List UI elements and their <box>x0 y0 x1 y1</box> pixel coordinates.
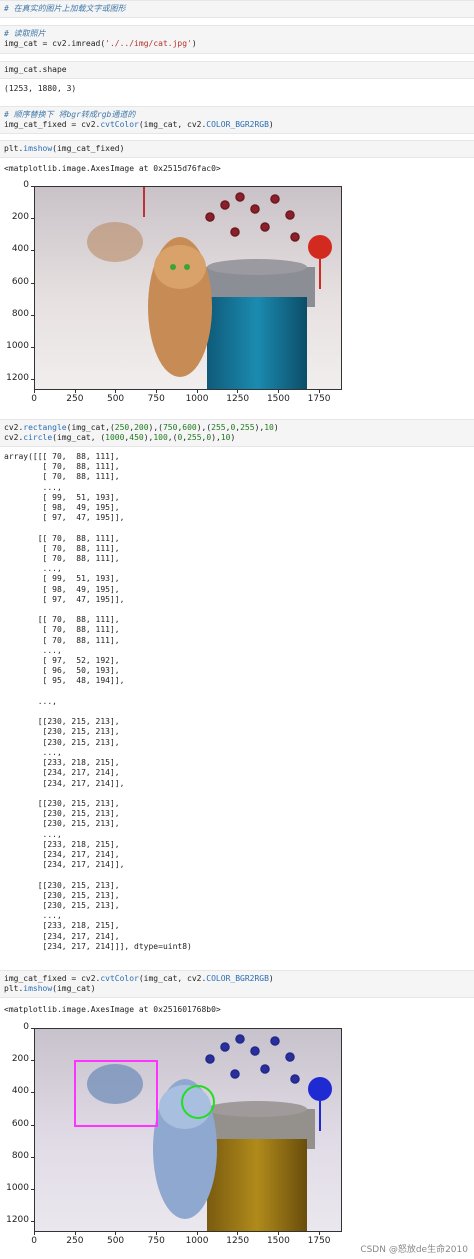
y-tick <box>31 1156 34 1158</box>
y-tick <box>31 1221 34 1223</box>
x-tick <box>156 1232 158 1235</box>
y-tick-label: 400 <box>11 1086 29 1097</box>
x-tick-label: 250 <box>66 1236 84 1246</box>
image-axes-1 <box>34 186 342 390</box>
y-tick-label: 600 <box>11 1118 29 1129</box>
x-tick <box>278 390 280 393</box>
figure-2: 0 200 400 600 800 1000 1200 0 250 500 750 1000 1250 1… <box>0 1022 474 1252</box>
x-tick-label: 500 <box>106 1236 125 1246</box>
code-imread: img_cat = cv2.imread('./../img/cat.jpg') <box>4 39 197 48</box>
x-tick <box>318 1232 320 1235</box>
y-tick <box>31 347 34 349</box>
x-tick-label: 500 <box>106 394 125 404</box>
y-tick-label: 200 <box>11 212 29 223</box>
x-tick-label: 1000 <box>185 394 209 404</box>
code-cell-1[interactable]: # 在真实的图片上加载文字或图形 <box>0 0 474 18</box>
y-tick <box>31 314 34 316</box>
y-tick <box>31 250 34 252</box>
y-tick-label: 800 <box>11 1150 29 1161</box>
x-tick-label: 250 <box>66 394 84 404</box>
y-tick <box>31 282 34 284</box>
cat-photo-rgb <box>35 187 341 389</box>
image-axes-2 <box>34 1028 342 1232</box>
y-tick-label: 1000 <box>6 341 29 352</box>
x-tick-label: 1500 <box>266 394 290 404</box>
x-tick-label: 1250 <box>226 1236 250 1246</box>
code-cell-4[interactable]: # 顺序替换下 将bgr转成rgb通道的 img_cat_fixed = cv2… <box>0 106 474 134</box>
y-tick-label: 0 <box>23 180 29 190</box>
y-tick-label: 0 <box>23 1022 29 1032</box>
x-tick-label: 0 <box>31 394 37 404</box>
y-tick-label: 200 <box>11 1054 29 1065</box>
x-tick-label: 750 <box>147 394 165 404</box>
code-cell-6[interactable]: cv2.rectangle(img_cat,(250,200),(750,600… <box>0 419 474 447</box>
code-circle: cv2.circle(img_cat, (1000,450),100,(0,25… <box>4 433 236 442</box>
y-tick <box>31 1189 34 1191</box>
comment-read: # 读取照片 <box>4 29 46 38</box>
x-tick <box>115 1232 117 1235</box>
x-tick-label: 0 <box>31 1236 37 1246</box>
x-tick <box>237 1232 239 1235</box>
x-tick <box>34 390 35 393</box>
comment-title: # 在真实的图片上加载文字或图形 <box>4 4 126 13</box>
x-tick-label: 1750 <box>307 1236 331 1246</box>
code-cell-3[interactable]: img_cat.shape <box>0 61 474 79</box>
code-cvtcolor: img_cat_fixed = cv2.cvtColor(img_cat, cv… <box>4 120 274 129</box>
code-imshow-2: plt.imshow(img_cat) <box>4 984 96 993</box>
comment-convert: # 顺序替换下 将bgr转成rgb通道的 <box>4 110 136 119</box>
x-tick <box>196 390 198 393</box>
x-tick-label: 750 <box>147 1236 165 1246</box>
x-tick <box>196 1232 198 1235</box>
x-tick <box>74 1232 76 1235</box>
y-tick-label: 400 <box>11 244 29 255</box>
output-axesimage-2: <matplotlib.image.AxesImage at 0x2516017… <box>4 1005 221 1014</box>
watermark: CSDN @怒放de生命2010 <box>360 1245 468 1255</box>
x-tick <box>74 390 76 393</box>
x-tick-label: 1500 <box>266 1236 290 1246</box>
x-tick <box>115 390 117 393</box>
code-rectangle: cv2.rectangle(img_cat,(250,200),(750,600… <box>4 423 279 432</box>
x-tick <box>278 1232 280 1235</box>
code-cell-5[interactable]: plt.imshow(img_cat_fixed) <box>0 140 474 158</box>
y-tick <box>31 379 34 381</box>
output-array: array([[[ 70, 88, 111], [ 70, 88, 111], … <box>4 452 192 951</box>
cat-photo-bgr <box>35 1029 341 1231</box>
code-cell-2[interactable]: # 读取照片 img_cat = cv2.imread('./../img/ca… <box>0 25 474 54</box>
y-tick <box>31 1092 34 1094</box>
y-tick <box>31 218 34 220</box>
x-tick-label: 1000 <box>185 1236 209 1246</box>
output-shape: (1253, 1880, 3) <box>4 84 77 93</box>
x-tick <box>237 390 239 393</box>
y-tick <box>31 1028 34 1029</box>
code-cvtcolor-2: img_cat_fixed = cv2.cvtColor(img_cat, cv… <box>4 974 274 983</box>
x-tick <box>34 1232 35 1235</box>
code-cell-7[interactable]: img_cat_fixed = cv2.cvtColor(img_cat, cv… <box>0 970 474 998</box>
x-tick <box>318 390 320 393</box>
y-tick-label: 1200 <box>6 1215 29 1226</box>
y-tick-label: 1200 <box>6 373 29 384</box>
figure-1: 0 200 400 600 800 1000 1200 0 250 500 750 1000 1250 1… <box>0 180 474 410</box>
y-tick-label: 800 <box>11 308 29 319</box>
code-imshow: plt.imshow(img_cat_fixed) <box>4 144 125 153</box>
y-tick <box>31 1124 34 1126</box>
output-axesimage-1: <matplotlib.image.AxesImage at 0x2515d76… <box>4 164 221 173</box>
y-tick-label: 1000 <box>6 1183 29 1194</box>
y-tick-label: 600 <box>11 276 29 287</box>
y-tick <box>31 186 34 187</box>
code-shape: img_cat.shape <box>4 65 67 74</box>
x-tick-label: 1750 <box>307 394 331 404</box>
x-tick-label: 1250 <box>226 394 250 404</box>
y-tick <box>31 1060 34 1062</box>
x-tick <box>156 390 158 393</box>
